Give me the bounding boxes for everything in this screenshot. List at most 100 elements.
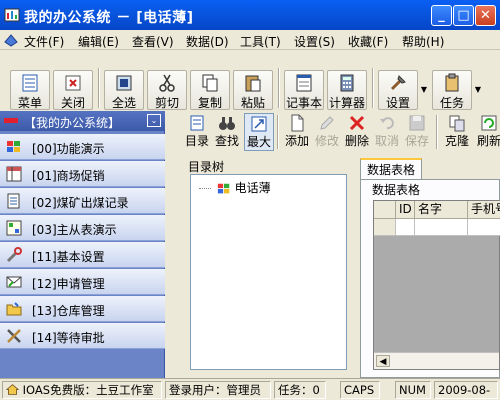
maximize-view-button[interactable]: 最大 [244,113,274,151]
row-indicator-header [374,201,396,219]
notepad-button[interactable]: 记事本 [284,70,324,110]
select-all-icon [116,75,132,91]
add-button[interactable]: 添加 [282,113,312,151]
tools-cross-icon [7,329,21,343]
sidebar-item-label: [13]仓库管理 [32,304,105,318]
directory-tree[interactable]: 电话薄 [190,174,347,370]
tasks-label: 任务 [439,96,464,110]
cancel-button[interactable]: 取消 [372,113,402,151]
clone-icon [449,115,465,132]
copy-icon [202,74,218,92]
tree-connector [199,188,211,189]
save-button[interactable]: 保存 [402,113,432,151]
sidebar-item-basic-settings[interactable]: [11]基本设置 [0,242,165,268]
sidebar-header-marker [4,118,18,123]
catalog-button[interactable]: 目录 [182,113,212,151]
window-title: 我的办公系统 － [电话薄] [24,10,194,26]
app-icon [4,8,20,22]
grid-cell-name[interactable] [415,219,468,236]
grid-cell-phone[interactable] [468,219,500,236]
status-edition: IOAS免费版：土豆工作室 [2,381,162,399]
paste-button[interactable]: 粘贴 [233,70,273,110]
cut-button[interactable]: 剪切 [147,70,187,110]
menu-edit[interactable]: 编辑(E) [78,33,119,50]
menu-tools[interactable]: 工具(T) [240,33,281,50]
sidebar-item-application[interactable]: [12]申请管理 [0,269,165,295]
sidebar-item-pending-approval[interactable]: [14]等待审批 [0,323,165,349]
select-all-button[interactable]: 全选 [104,70,144,110]
settings-dropdown-icon[interactable]: ▼ [421,85,427,94]
catalog-label: 目录 [184,134,209,148]
scroll-left-icon[interactable]: ◀ [376,355,390,367]
calculator-button[interactable]: 计算器 [327,70,367,110]
menu-favorites[interactable]: 收藏(F) [348,33,388,50]
horizontal-scrollbar[interactable]: ◀ [374,352,499,369]
calculator-icon [340,74,354,92]
sidebar: 【我的办公系统】 ⌄ [00]功能演示 [01]商场促销 [02]煤矿出煤记录 … [0,111,165,378]
title-bar[interactable]: 我的办公系统 － [电话薄] _ □ ✕ [0,0,500,30]
copy-label: 复制 [197,96,222,110]
status-tasks: 任务：0 [274,381,326,399]
paste-label: 粘贴 [240,96,265,110]
data-grid[interactable]: ID 名字 手机号 ◀ [373,200,500,370]
settings-button[interactable]: 设置 ▼ [378,70,427,110]
menu-file[interactable]: 文件(F) [24,33,64,50]
tab-label: 数据表格 [366,163,415,177]
menu-view[interactable]: 查看(V) [132,33,174,50]
sidebar-item-master-detail[interactable]: [03]主从表演示 [0,215,165,241]
toolbar-separator [277,115,279,149]
menu-toolbar-button[interactable]: 菜单 [10,70,50,110]
tree-node-phonebook[interactable]: 电话薄 [199,179,271,196]
status-bar: IOAS免费版：土豆工作室 登录用户：管理员 任务：0 CAPS NUM 200… [0,378,500,400]
paste-icon [245,75,261,92]
tasks-dropdown-icon[interactable]: ▼ [475,85,481,94]
column-header-phone[interactable]: 手机号 [468,201,500,219]
sidebar-item-label: [12]申请管理 [32,277,105,291]
column-header-id[interactable]: ID [396,201,415,219]
folder-icon [6,302,22,316]
clone-button[interactable]: 克隆 [442,113,472,151]
main-toolbar: 菜单 关闭 全选 剪切 复制 粘贴 记事本 计算器 设置 ▼ 任务 ▼ [0,62,500,110]
binoculars-icon [219,117,235,130]
sidebar-header: 【我的办公系统】 ⌄ [0,111,165,131]
refresh-button[interactable]: 刷新 [474,113,500,151]
column-header-name[interactable]: 名字 [415,201,468,219]
sidebar-item-label: [11]基本设置 [32,250,105,264]
sidebar-item-label: [03]主从表演示 [32,223,117,237]
sidebar-item-warehouse[interactable]: [13]仓库管理 [0,296,165,322]
menu-settings[interactable]: 设置(S) [294,33,335,50]
maximize-button[interactable]: □ [453,5,474,26]
collapse-icon[interactable]: ⌄ [147,114,161,127]
close-toolbar-button[interactable]: 关闭 [53,70,93,110]
delete-button[interactable]: 删除 [342,113,372,151]
close-window-button[interactable]: ✕ [475,5,496,26]
tab-data-grid[interactable]: 数据表格 [360,158,422,180]
grid-group-label: 数据表格 [372,183,421,197]
cancel-label: 取消 [374,134,399,148]
calculator-label: 计算器 [328,96,365,110]
new-document-icon [291,114,304,132]
status-caps: CAPS [340,381,380,399]
status-user: 登录用户：管理员 [165,381,271,399]
close-icon [65,75,81,91]
notepad-icon [296,74,312,92]
sidebar-item-promotion[interactable]: [01]商场促销 [0,161,165,187]
tree-node-label: 电话薄 [234,181,271,195]
status-edition-text: IOAS免费版：土豆工作室 [22,383,154,397]
sidebar-item-label: [00]功能演示 [32,142,105,156]
copy-button[interactable]: 复制 [190,70,230,110]
scissors-icon [159,74,175,92]
tasks-button[interactable]: 任务 ▼ [432,70,481,110]
menu-help[interactable]: 帮助(H) [402,33,444,50]
modify-label: 修改 [314,134,339,148]
status-date: 2009-08- [434,381,498,399]
menu-bar: 文件(F) 编辑(E) 查看(V) 数据(D) 工具(T) 设置(S) 收藏(F… [0,30,500,50]
sidebar-item-label: [01]商场促销 [32,169,105,183]
minimize-button[interactable]: _ [431,5,452,26]
find-button[interactable]: 查找 [212,113,242,151]
sidebar-item-demo[interactable]: [00]功能演示 [0,134,165,160]
modify-button[interactable]: 修改 [312,113,342,151]
grid-cell-id[interactable] [396,219,415,236]
menu-data[interactable]: 数据(D) [186,33,229,50]
sidebar-item-coal-records[interactable]: [02]煤矿出煤记录 [0,188,165,214]
